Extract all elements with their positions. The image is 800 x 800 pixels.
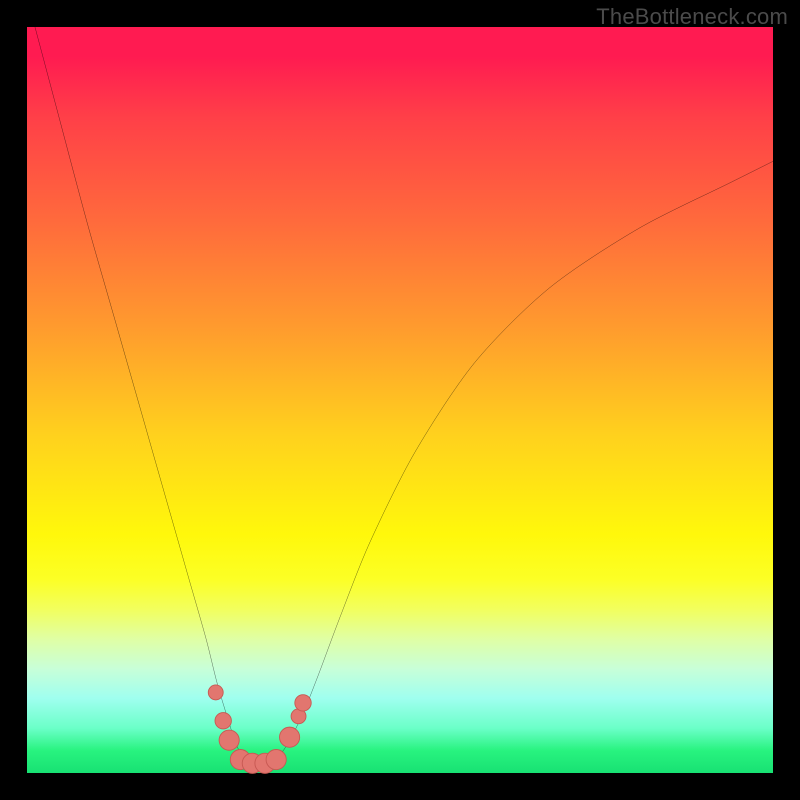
- chart-svg: [27, 27, 773, 773]
- chart-frame: TheBottleneck.com: [0, 0, 800, 800]
- curve-marker: [266, 750, 286, 770]
- bottleneck-curve: [27, 0, 773, 765]
- curve-marker: [280, 727, 300, 747]
- curve-marker: [215, 713, 231, 729]
- curve-marker: [295, 695, 311, 711]
- curve-marker: [219, 730, 239, 750]
- watermark-text: TheBottleneck.com: [596, 4, 788, 30]
- curve-marker: [208, 685, 223, 700]
- chart-markers: [208, 685, 311, 773]
